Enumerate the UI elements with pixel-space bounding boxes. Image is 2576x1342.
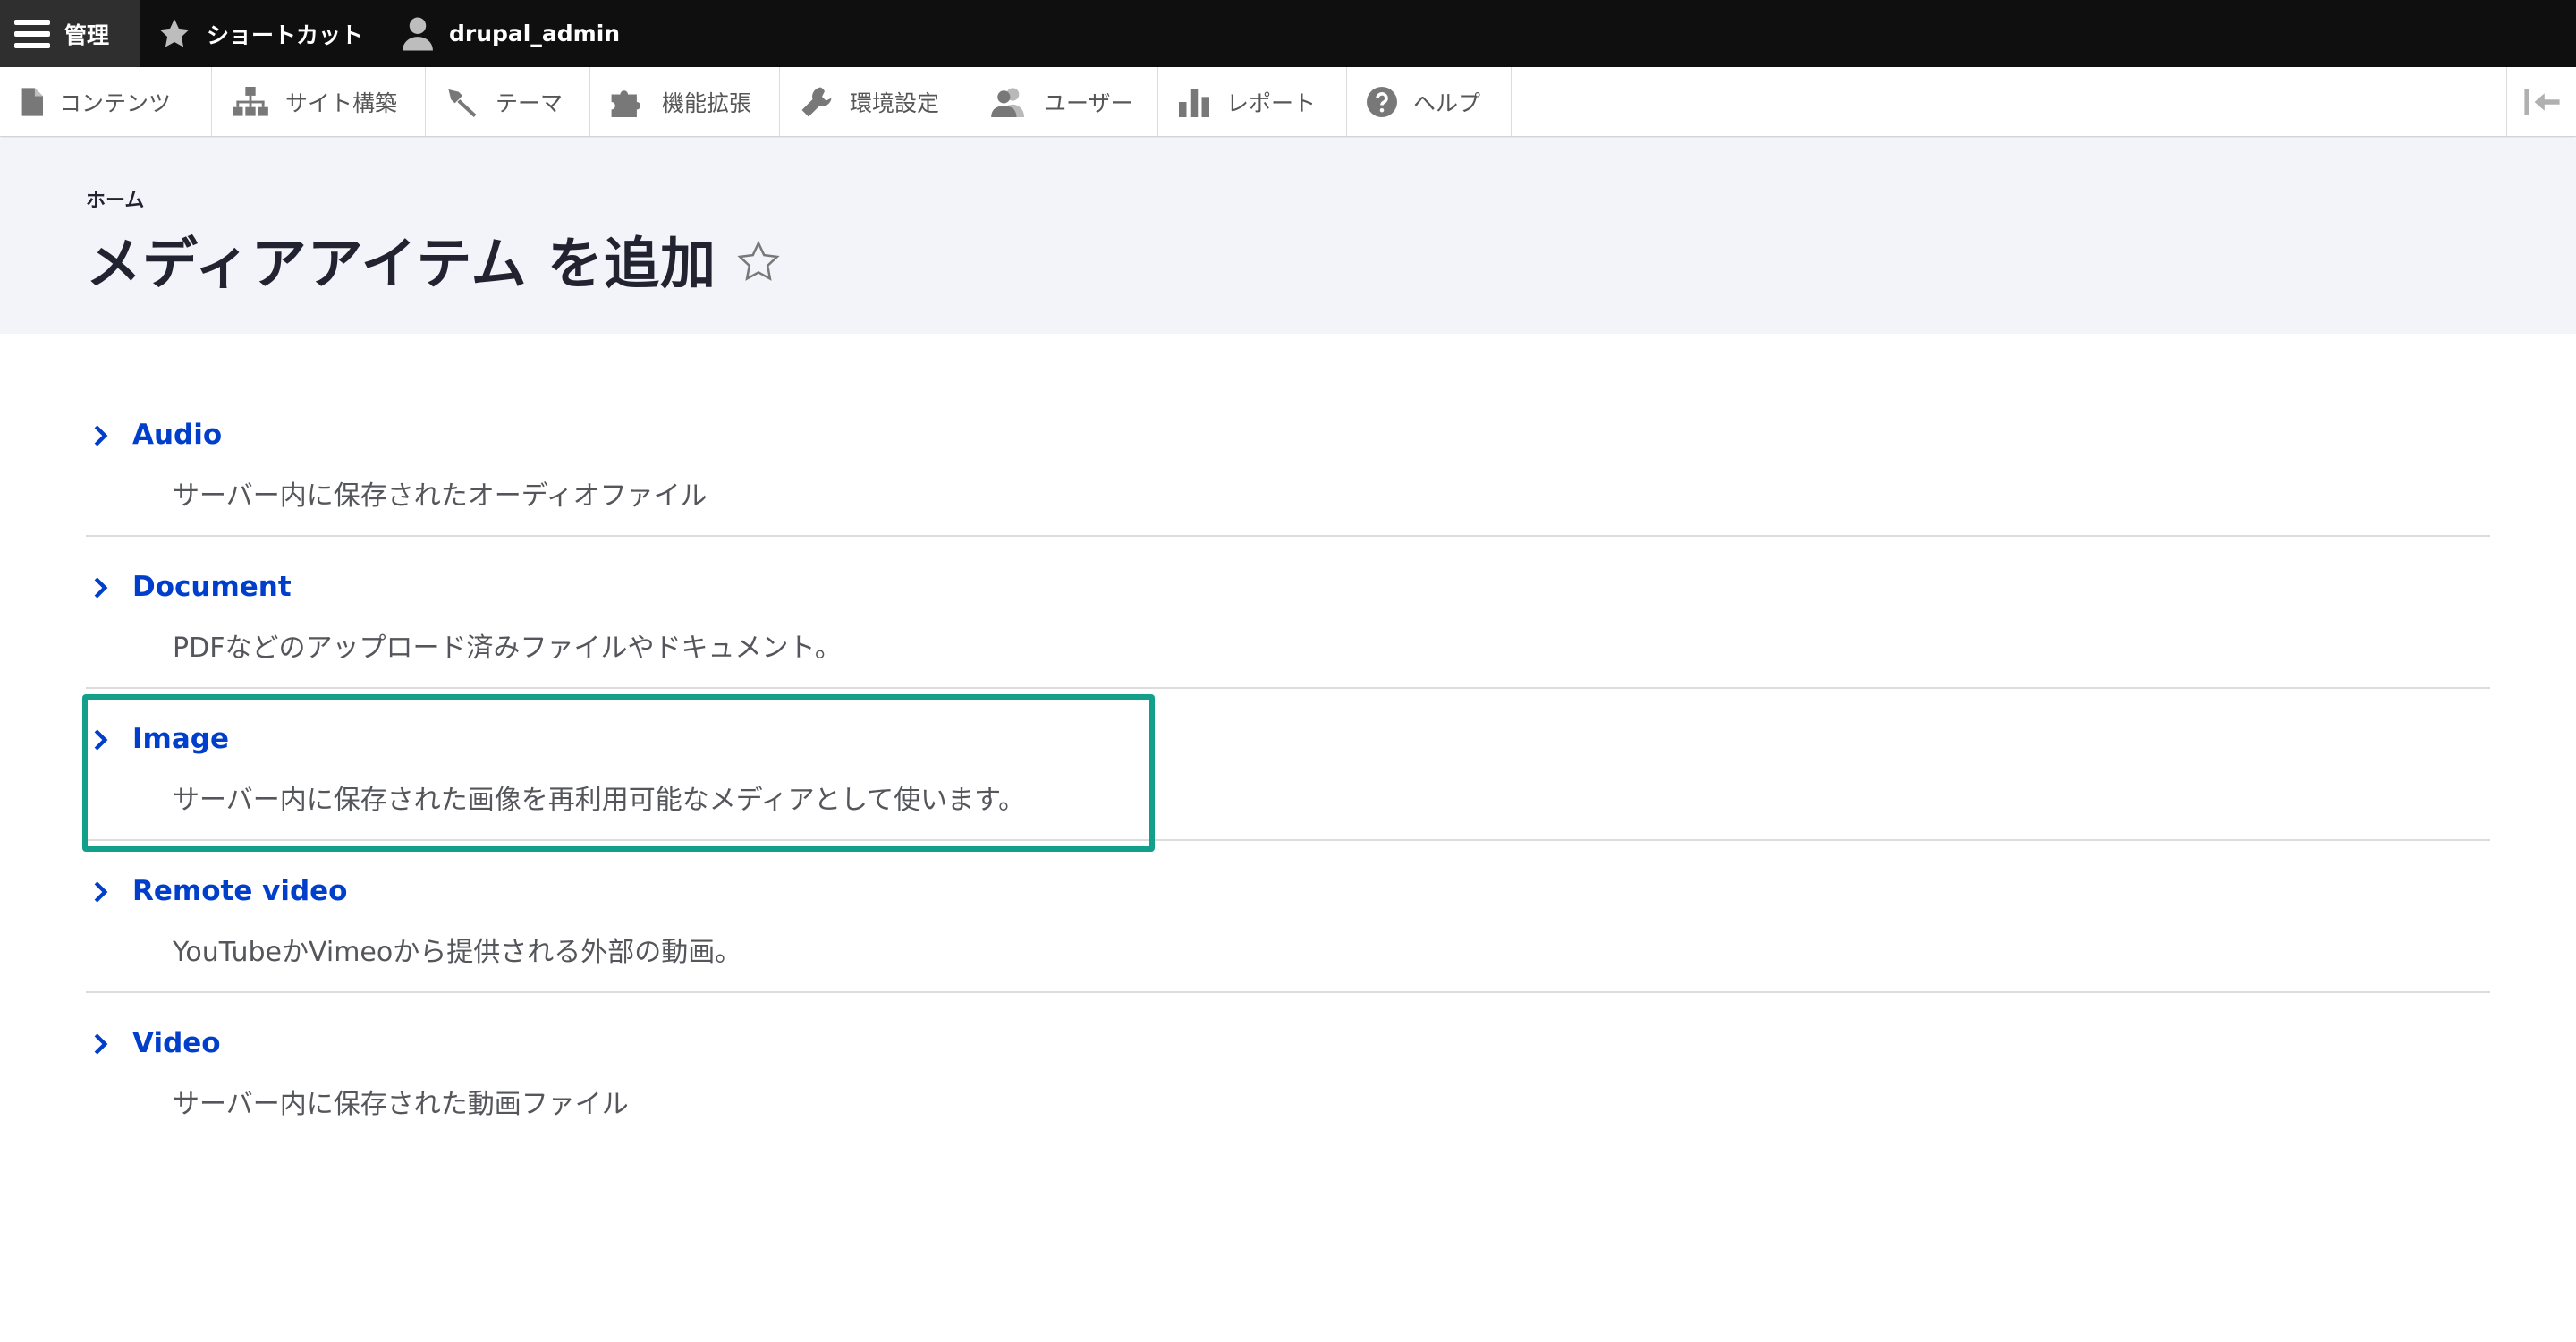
chevron-right-icon (94, 425, 108, 446)
media-type-title[interactable]: Document (132, 571, 292, 603)
user-button[interactable]: drupal_admin (385, 0, 641, 67)
user-icon (402, 17, 433, 50)
hamburger-icon (14, 19, 50, 48)
page-header: ホーム メディアアイテム を追加 (0, 138, 2576, 334)
tray-item-reports[interactable]: レポート (1158, 67, 1347, 136)
page-title: メディアアイテム を追加 (86, 231, 717, 296)
tray-collapse-button[interactable] (2506, 67, 2576, 136)
list-item: Video サーバー内に保存された動画ファイル (86, 993, 2490, 1145)
tray-item-people[interactable]: ユーザー (970, 67, 1158, 136)
tray-item-label: レポート (1226, 89, 1317, 116)
tray-item-help[interactable]: ヘルプ (1347, 67, 1512, 136)
tray-item-label: 環境設定 (850, 89, 940, 116)
bar-chart-icon (1179, 89, 1209, 117)
admin-tray: コンテンツ サイト構築 テーマ 機能拡張 環境設定 ユーザー レポート ヘルプ (0, 67, 2576, 137)
chevron-right-icon (94, 881, 108, 903)
media-type-link-remote-video[interactable]: Remote video (94, 875, 347, 907)
tray-item-content[interactable]: コンテンツ (0, 67, 212, 136)
chevron-right-icon (94, 729, 108, 751)
media-type-link-image[interactable]: Image (94, 723, 229, 755)
tray-item-label: コンテンツ (59, 89, 172, 116)
media-type-link-video[interactable]: Video (94, 1027, 221, 1059)
list-item: Image サーバー内に保存された画像を再利用可能なメディアとして使います。 (86, 689, 2490, 841)
manage-button[interactable]: 管理 (0, 0, 140, 67)
tray-item-config[interactable]: 環境設定 (780, 67, 970, 136)
list-item: Remote video YouTubeかVimeoから提供される外部の動画。 (86, 841, 2490, 993)
manage-label: 管理 (64, 21, 110, 48)
breadcrumb-home-link[interactable]: ホーム (86, 190, 144, 212)
tray-item-structure[interactable]: サイト構築 (212, 67, 426, 136)
people-icon (991, 87, 1024, 117)
tray-item-label: サイト構築 (285, 89, 398, 116)
tray-item-label: テーマ (496, 89, 564, 116)
wrench-icon (801, 87, 832, 116)
chevron-right-icon (94, 1033, 108, 1055)
admin-toolbar: 管理 ショートカット drupal_admin (0, 0, 2576, 67)
file-icon (21, 87, 43, 116)
shortcuts-label: ショートカット (207, 21, 364, 48)
breadcrumb[interactable]: ホーム (86, 184, 144, 213)
user-label: drupal_admin (449, 21, 621, 47)
media-type-list: Audio サーバー内に保存されたオーディオファイル Document PDFな… (86, 385, 2490, 1145)
media-type-description: YouTubeかVimeoから提供される外部の動画。 (173, 937, 742, 968)
media-type-link-audio[interactable]: Audio (94, 419, 222, 451)
chevron-right-icon (94, 577, 108, 599)
media-type-link-document[interactable]: Document (94, 571, 292, 603)
shortcuts-button[interactable]: ショートカット (140, 0, 385, 67)
tray-item-extend[interactable]: 機能拡張 (590, 67, 780, 136)
help-icon (1367, 86, 1397, 117)
media-type-title[interactable]: Audio (132, 419, 222, 451)
collapse-arrow-icon (2523, 89, 2560, 115)
tray-item-label: ユーザー (1044, 89, 1133, 116)
media-type-title[interactable]: Image (132, 723, 229, 755)
media-type-description: サーバー内に保存された動画ファイル (173, 1089, 629, 1120)
shortcut-star-icon[interactable] (736, 240, 781, 285)
paint-brush-icon (448, 89, 477, 117)
media-type-description: サーバー内に保存されたオーディオファイル (173, 480, 708, 512)
media-type-description: サーバー内に保存された画像を再利用可能なメディアとして使います。 (173, 785, 1026, 816)
tray-item-label: 機能拡張 (662, 89, 752, 116)
puzzle-icon (611, 89, 641, 117)
page-title-row: メディアアイテム を追加 (86, 218, 781, 299)
list-item: Document PDFなどのアップロード済みファイルやドキュメント。 (86, 537, 2490, 689)
media-type-description: PDFなどのアップロード済みファイルやドキュメント。 (173, 633, 842, 664)
media-type-title[interactable]: Video (132, 1027, 221, 1059)
list-item: Audio サーバー内に保存されたオーディオファイル (86, 385, 2490, 537)
tray-item-label: ヘルプ (1413, 89, 1481, 116)
media-type-title[interactable]: Remote video (132, 875, 347, 907)
star-icon (159, 18, 190, 47)
tray-item-appearance[interactable]: テーマ (426, 67, 590, 136)
sitemap-icon (233, 86, 268, 116)
